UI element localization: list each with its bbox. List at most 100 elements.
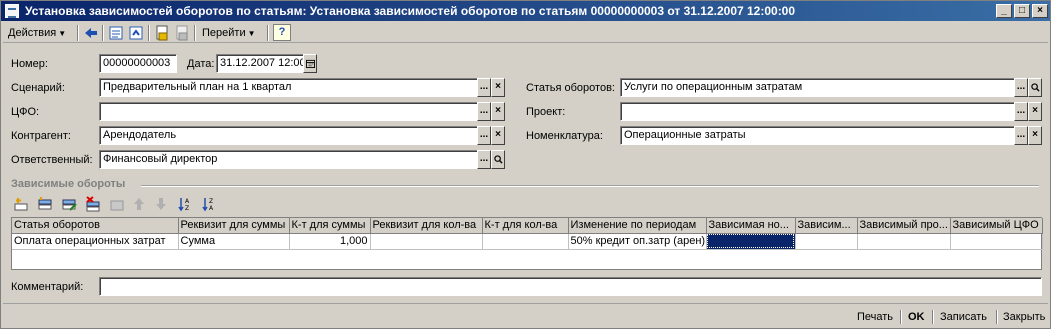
number-label: Номер:: [11, 58, 48, 70]
move-up-icon[interactable]: [131, 196, 147, 212]
column-header[interactable]: К-т для кол-ва: [482, 218, 569, 234]
number-field[interactable]: 00000000003: [99, 54, 177, 73]
nomenclature-field[interactable]: Операционные затраты: [620, 126, 1015, 145]
table-cell[interactable]: [482, 233, 569, 250]
column-header[interactable]: Реквизит для суммы: [178, 218, 290, 234]
nomenclature-clear-button[interactable]: ×: [1028, 126, 1042, 145]
column-header[interactable]: Зависимый ЦФО: [950, 218, 1043, 234]
search-icon: [493, 155, 503, 164]
article-label: Статья оборотов:: [526, 82, 615, 94]
button-separator: [932, 310, 934, 324]
comment-field[interactable]: [99, 277, 1042, 296]
responsible-search-button[interactable]: [491, 150, 505, 169]
article-search-button[interactable]: [1028, 78, 1042, 97]
cfo-field[interactable]: [99, 102, 478, 121]
table-cell[interactable]: [950, 233, 1043, 250]
goto-menu-label: Перейти: [202, 27, 246, 39]
counterparty-field[interactable]: Арендодатель: [99, 126, 478, 145]
refresh-icon[interactable]: [128, 25, 144, 41]
table-cell[interactable]: [857, 233, 951, 250]
table-cell[interactable]: Сумма: [178, 233, 290, 250]
table-cell[interactable]: 1,000: [289, 233, 371, 250]
calendar-button[interactable]: [303, 54, 317, 73]
print-button[interactable]: Печать: [857, 309, 893, 325]
project-select-button[interactable]: ...: [1014, 102, 1028, 121]
column-header[interactable]: Изменение по периодам: [568, 218, 707, 234]
section-divider: [141, 185, 1039, 187]
move-down-icon[interactable]: [153, 196, 169, 212]
scenario-field[interactable]: Предварительный план на 1 квартал: [99, 78, 478, 97]
close-button[interactable]: Закрыть: [1003, 309, 1045, 325]
scenario-clear-button[interactable]: ×: [491, 78, 505, 97]
svg-text:A: A: [209, 205, 214, 212]
dependent-turnovers-table[interactable]: Статья оборотов Реквизит для суммы К-т д…: [11, 217, 1043, 270]
column-header[interactable]: Зависим...: [795, 218, 858, 234]
cfo-clear-button[interactable]: ×: [491, 102, 505, 121]
project-field[interactable]: [620, 102, 1015, 121]
date-field[interactable]: 31.12.2007 12:00:00: [216, 54, 304, 73]
column-header[interactable]: Зависимый про...: [857, 218, 951, 234]
nomenclature-label: Номенклатура:: [526, 130, 603, 142]
project-clear-button[interactable]: ×: [1028, 102, 1042, 121]
sort-ascending-icon[interactable]: AZ: [177, 196, 193, 212]
scenario-select-button[interactable]: ...: [477, 78, 491, 97]
section-title: Зависимые обороты: [11, 178, 126, 190]
toolbar: Действия ▼ Перейти ▼ ?: [3, 23, 1048, 43]
table-cell[interactable]: Оплата операционных затрат: [12, 233, 179, 250]
responsible-field[interactable]: Финансовый директор: [99, 150, 478, 169]
table-cell[interactable]: 50% кредит оп.затр (арен): [568, 233, 707, 250]
counterparty-select-button[interactable]: ...: [477, 126, 491, 145]
responsible-select-button[interactable]: ...: [477, 150, 491, 169]
table-cell[interactable]: [795, 233, 858, 250]
svg-text:A: A: [185, 198, 190, 205]
toolbar-separator: [102, 25, 104, 41]
edit-row-icon[interactable]: [61, 196, 77, 212]
search-icon: [1030, 83, 1040, 92]
minimize-button[interactable]: _: [996, 4, 1012, 18]
window-title: Установка зависимостей оборотов по стать…: [25, 4, 796, 18]
actions-menu-label: Действия: [8, 27, 57, 39]
date-label: Дата:: [187, 58, 215, 70]
column-header[interactable]: К-т для суммы: [289, 218, 371, 234]
counterparty-clear-button[interactable]: ×: [491, 126, 505, 145]
goto-menu[interactable]: Перейти ▼: [199, 24, 259, 42]
table-cell-selected[interactable]: [706, 233, 796, 250]
sort-descending-icon[interactable]: ZA: [201, 196, 217, 212]
toolbar-separator: [194, 25, 196, 41]
counterparty-label: Контрагент:: [11, 130, 71, 142]
button-separator: [900, 310, 902, 324]
actions-menu[interactable]: Действия ▼: [5, 24, 69, 42]
back-icon[interactable]: [83, 25, 99, 41]
document-window: Установка зависимостей оборотов по стать…: [0, 0, 1051, 329]
save-button[interactable]: Записать: [940, 309, 987, 325]
article-select-button[interactable]: ...: [1014, 78, 1028, 97]
column-header[interactable]: Зависимая но...: [706, 218, 796, 234]
add-row-icon[interactable]: [13, 196, 29, 212]
end-edit-icon[interactable]: [109, 196, 125, 212]
delete-row-icon[interactable]: [85, 196, 101, 212]
nomenclature-select-button[interactable]: ...: [1014, 126, 1028, 145]
post-document-icon[interactable]: [154, 25, 170, 41]
table-row[interactable]: Оплата операционных затрат Сумма 1,000 5…: [12, 233, 1043, 250]
table-cell[interactable]: [370, 233, 483, 250]
table-header-row: Статья оборотов Реквизит для суммы К-т д…: [12, 218, 1043, 234]
unpost-document-icon[interactable]: [174, 25, 190, 41]
copy-row-icon[interactable]: [37, 196, 53, 212]
article-field[interactable]: Услуги по операционным затратам: [620, 78, 1015, 97]
column-header[interactable]: Статья оборотов: [12, 218, 179, 234]
comment-label: Комментарий:: [11, 281, 84, 293]
maximize-button[interactable]: □: [1014, 4, 1030, 18]
column-header[interactable]: Реквизит для кол-ва: [370, 218, 483, 234]
cfo-select-button[interactable]: ...: [477, 102, 491, 121]
close-window-button[interactable]: ×: [1032, 4, 1048, 18]
toolbar-separator: [77, 25, 79, 41]
button-separator: [996, 310, 998, 324]
cfo-label: ЦФО:: [11, 106, 40, 118]
document-journal-icon[interactable]: [108, 25, 124, 41]
toolbar-separator: [267, 25, 269, 41]
dropdown-arrow-icon: ▼: [247, 29, 256, 38]
document-icon: [5, 4, 19, 18]
title-bar: Установка зависимостей оборотов по стать…: [1, 1, 1050, 21]
ok-button[interactable]: OK: [908, 309, 925, 325]
help-button[interactable]: ?: [273, 24, 291, 41]
